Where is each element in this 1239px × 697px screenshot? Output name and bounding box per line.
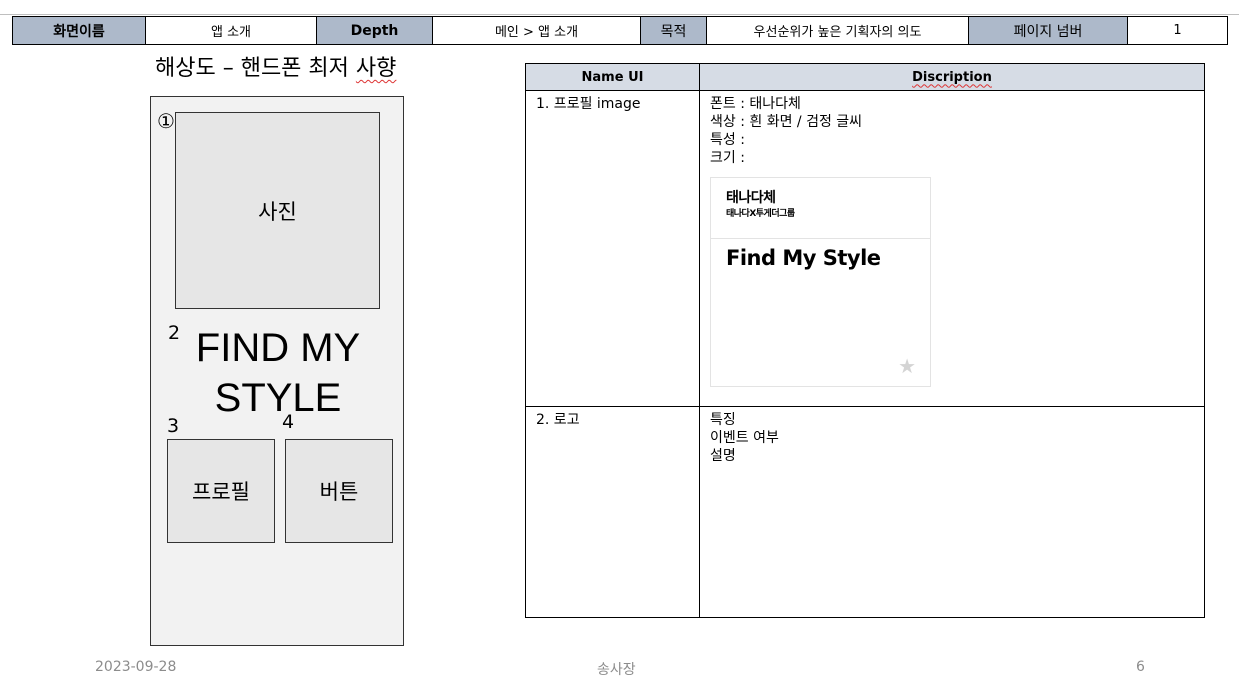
button-placeholder[interactable]: 버튼 bbox=[285, 439, 393, 543]
desc-line: 특징 bbox=[710, 412, 736, 428]
font-card-subtitle: 태나다X투게더그룹 bbox=[726, 209, 795, 219]
purpose-value: 우선순위가 높은 기획자의 의도 bbox=[706, 16, 969, 45]
page-number-value: 1 bbox=[1127, 16, 1228, 45]
desc-line: 색상 : 흰 화면 / 검정 글씨 bbox=[710, 114, 863, 130]
col-header-name: Name UI bbox=[525, 63, 700, 91]
photo-label: 사진 bbox=[258, 199, 297, 224]
page-number-label: 페이지 넘버 bbox=[968, 16, 1128, 45]
row-name: 2. 로고 bbox=[525, 406, 700, 618]
button-label: 버튼 bbox=[319, 480, 359, 504]
resolution-title-prefix: 해상도 – 핸드폰 최저 bbox=[155, 56, 356, 81]
desc-line: 설명 bbox=[710, 448, 736, 464]
table-row: 2. 로고 특징 이벤트 여부 설명 bbox=[525, 406, 1205, 618]
col-header-desc-text: Discription bbox=[912, 69, 992, 85]
screen-name-value: 앱 소개 bbox=[145, 16, 317, 45]
marker-1: ① bbox=[157, 109, 175, 133]
font-card-header: 태나다체 태나다X투게더그룹 bbox=[711, 178, 930, 239]
footer-date: 2023-09-28 bbox=[95, 659, 177, 675]
table-row: 1. 프로필 image 폰트 : 태나다체 색상 : 흰 화면 / 검정 글씨… bbox=[525, 90, 1205, 407]
star-icon[interactable]: ★ bbox=[898, 356, 916, 376]
font-card-sample: Find My Style bbox=[726, 246, 881, 270]
screen-name-label: 화면이름 bbox=[12, 16, 146, 45]
footer-page-number: 6 bbox=[1136, 659, 1145, 675]
marker-3: 3 bbox=[167, 415, 180, 437]
app-title-line2: STYLE bbox=[214, 376, 342, 420]
description-table: Name UI Discription 1. 프로필 image 폰트 : 태나… bbox=[525, 63, 1205, 618]
profile-label: 프로필 bbox=[192, 480, 250, 504]
desc-line: 특성 : bbox=[710, 132, 745, 148]
depth-label: Depth bbox=[316, 16, 433, 45]
phone-mockup: ① 사진 2 FIND MY STYLE 3 4 프로필 버튼 bbox=[150, 96, 404, 646]
desc-line: 폰트 : 태나다체 bbox=[710, 96, 801, 112]
header-table: 화면이름 앱 소개 Depth 메인 > 앱 소개 목적 우선순위가 높은 기획… bbox=[12, 16, 1228, 45]
row-description: 폰트 : 태나다체 색상 : 흰 화면 / 검정 글씨 특성 : 크기 : 태나… bbox=[699, 90, 1205, 407]
photo-placeholder: 사진 bbox=[175, 112, 380, 309]
purpose-label: 목적 bbox=[640, 16, 707, 45]
marker-4: 4 bbox=[282, 411, 295, 433]
app-title: FIND MY STYLE bbox=[173, 323, 383, 423]
footer-author: 송사장 bbox=[597, 662, 636, 678]
desc-line: 크기 : bbox=[710, 150, 745, 166]
font-card-name: 태나다체 bbox=[726, 190, 776, 206]
depth-value: 메인 > 앱 소개 bbox=[432, 16, 641, 45]
top-rule bbox=[0, 14, 1239, 15]
desc-line: 이벤트 여부 bbox=[710, 430, 779, 446]
profile-button[interactable]: 프로필 bbox=[167, 439, 275, 543]
app-title-line1: FIND MY bbox=[195, 326, 361, 370]
row-description: 특징 이벤트 여부 설명 bbox=[699, 406, 1205, 618]
font-preview-card: 태나다체 태나다X투게더그룹 Find My Style ★ bbox=[710, 177, 931, 387]
col-header-desc: Discription bbox=[699, 63, 1205, 91]
resolution-title-underlined: 사향 bbox=[355, 56, 397, 81]
resolution-title: 해상도 – 핸드폰 최저 사향 bbox=[155, 50, 396, 82]
row-name: 1. 프로필 image bbox=[525, 90, 700, 407]
